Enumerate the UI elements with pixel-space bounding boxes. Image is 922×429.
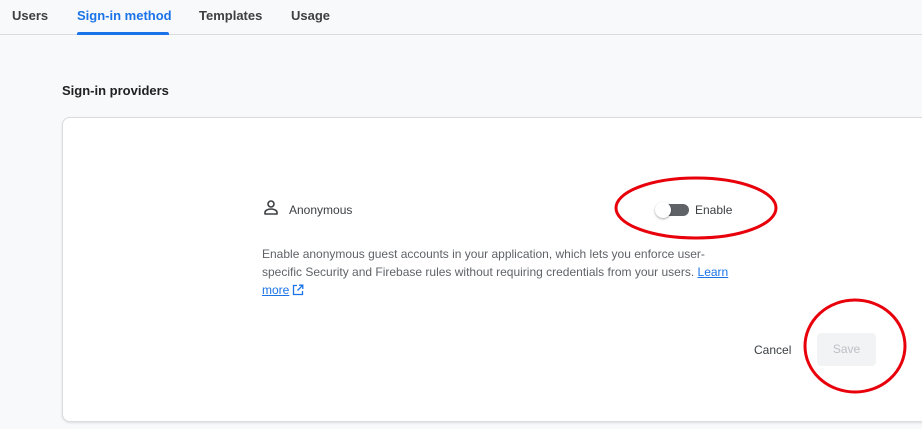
toggle-thumb — [655, 202, 671, 218]
person-icon — [264, 200, 278, 215]
tab-templates[interactable]: Templates — [199, 8, 262, 23]
open-in-new-icon[interactable] — [292, 284, 304, 296]
cancel-button[interactable]: Cancel — [748, 336, 797, 364]
tab-sign-in-method[interactable]: Sign-in method — [77, 8, 172, 23]
tab-bar: Users Sign-in method Templates Usage — [0, 0, 922, 35]
tab-usage[interactable]: Usage — [291, 8, 330, 23]
provider-name: Anonymous — [289, 203, 353, 217]
provider-description: Enable anonymous guest accounts in your … — [262, 245, 742, 299]
description-text: Enable anonymous guest accounts in your … — [262, 247, 705, 279]
enable-toggle-label: Enable — [695, 203, 733, 217]
save-button[interactable]: Save — [817, 333, 876, 366]
tab-users[interactable]: Users — [12, 8, 48, 23]
active-tab-indicator — [77, 32, 169, 35]
enable-toggle[interactable] — [655, 202, 689, 218]
section-title: Sign-in providers — [62, 83, 169, 98]
page-root: Users Sign-in method Templates Usage Sig… — [0, 0, 922, 429]
